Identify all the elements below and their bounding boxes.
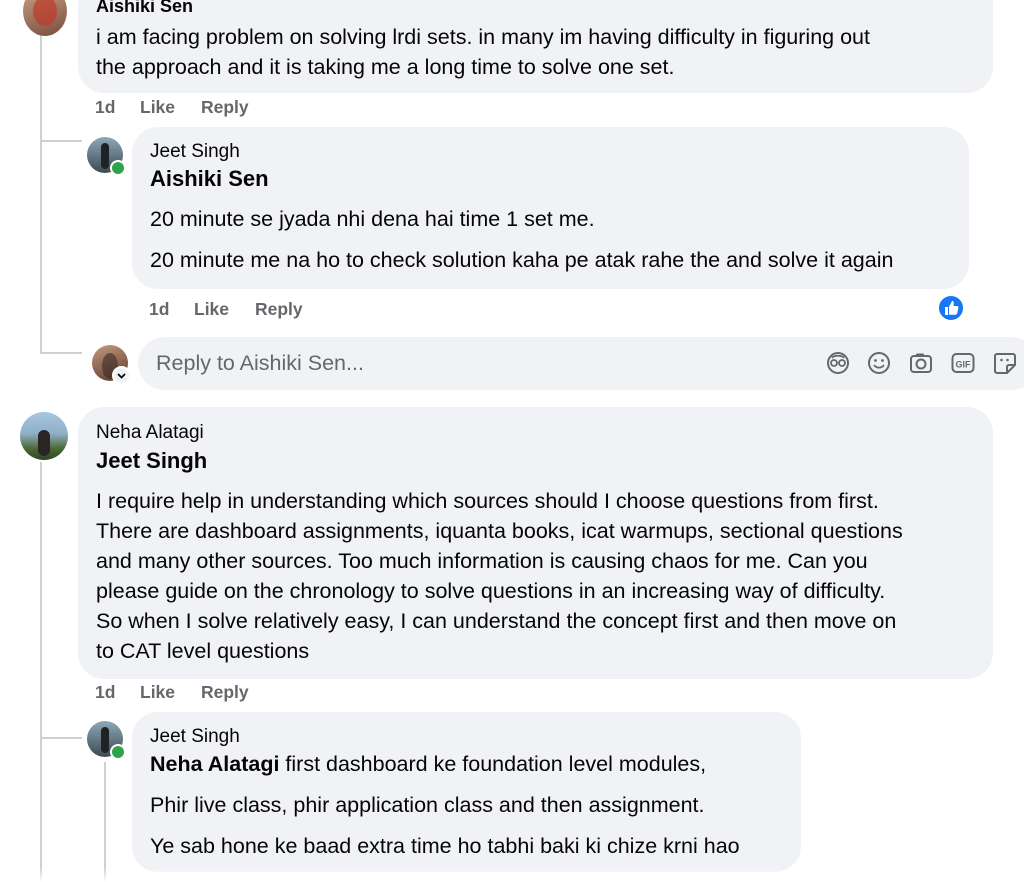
mention-tag[interactable]: Aishiki Sen xyxy=(150,166,269,192)
account-switcher-chevron-icon[interactable] xyxy=(112,366,131,385)
reply-author[interactable]: Jeet Singh xyxy=(150,726,240,748)
thread-line xyxy=(40,462,42,882)
bottom-fade xyxy=(0,868,1024,882)
sticker-icon[interactable] xyxy=(991,349,1019,377)
comment-text-line: i am facing problem on solving lrdi sets… xyxy=(96,25,870,49)
comment-text-line: So when I solve relatively easy, I can u… xyxy=(96,609,897,633)
mention-tag[interactable]: Neha Alatagi xyxy=(150,752,279,776)
reply-author[interactable]: Jeet Singh xyxy=(150,141,240,163)
avatar[interactable] xyxy=(23,0,67,36)
comment-text-line: and many other sources. Too much informa… xyxy=(96,549,868,573)
avatar[interactable] xyxy=(20,412,68,460)
emoji-icon[interactable] xyxy=(865,349,893,377)
reply-text: first dashboard ke foundation level modu… xyxy=(279,752,707,776)
comment-bubble: Aishiki Sen i am facing problem on solvi… xyxy=(78,0,993,93)
reply-bubble: Jeet Singh Aishiki Sen 20 minute se jyad… xyxy=(132,127,969,289)
thread-line xyxy=(104,762,106,882)
reply-time[interactable]: 1d xyxy=(149,299,169,320)
mention-tag[interactable]: Jeet Singh xyxy=(96,448,207,474)
reply-button[interactable]: Reply xyxy=(201,97,249,118)
thread-line xyxy=(40,30,42,352)
comment-text-line: I require help in understanding which so… xyxy=(96,489,879,513)
reply-text: 20 minute me na ho to check solution kah… xyxy=(150,248,894,272)
reply-first-line: Neha Alatagi first dashboard ke foundati… xyxy=(150,749,706,779)
online-status-icon xyxy=(110,160,126,176)
reply-bubble: Jeet Singh Neha Alatagi first dashboard … xyxy=(132,712,801,872)
thread-connector xyxy=(40,737,82,739)
reply-text: Ye sab hone ke baad extra time ho tabhi … xyxy=(150,834,740,858)
comment-time[interactable]: 1d xyxy=(95,682,115,703)
comment-bubble: Neha Alatagi Jeet Singh I require help i… xyxy=(78,407,993,679)
comment-author[interactable]: Neha Alatagi xyxy=(96,422,204,444)
reply-input[interactable]: Reply to Aishiki Sen... xyxy=(156,351,364,376)
comment-text-line: There are dashboard assignments, iquanta… xyxy=(96,519,903,543)
reply-button[interactable]: Reply xyxy=(255,299,303,320)
thread-connector xyxy=(40,140,82,142)
comment-text-line: to CAT level questions xyxy=(96,639,310,663)
reply-input-box[interactable]: Reply to Aishiki Sen... GIF xyxy=(138,337,1024,390)
comment-text-line: please guide on the chronology to solve … xyxy=(96,579,886,603)
comment-text-line: the approach and it is taking me a long … xyxy=(96,55,675,79)
thread-connector xyxy=(40,352,82,354)
comment-author[interactable]: Aishiki Sen xyxy=(96,0,193,17)
comment-time[interactable]: 1d xyxy=(95,97,115,118)
reply-text: Phir live class, phir application class … xyxy=(150,793,705,817)
camera-icon[interactable] xyxy=(907,349,935,377)
gif-icon[interactable]: GIF xyxy=(949,349,977,377)
like-button[interactable]: Like xyxy=(194,299,229,320)
like-button[interactable]: Like xyxy=(140,97,175,118)
like-button[interactable]: Like xyxy=(140,682,175,703)
like-reaction-icon[interactable] xyxy=(937,294,965,322)
reply-button[interactable]: Reply xyxy=(201,682,249,703)
reply-text: 20 minute se jyada nhi dena hai time 1 s… xyxy=(150,207,595,231)
avatar-sticker-icon[interactable] xyxy=(824,349,852,377)
svg-text:GIF: GIF xyxy=(956,360,972,370)
online-status-icon xyxy=(110,744,126,760)
